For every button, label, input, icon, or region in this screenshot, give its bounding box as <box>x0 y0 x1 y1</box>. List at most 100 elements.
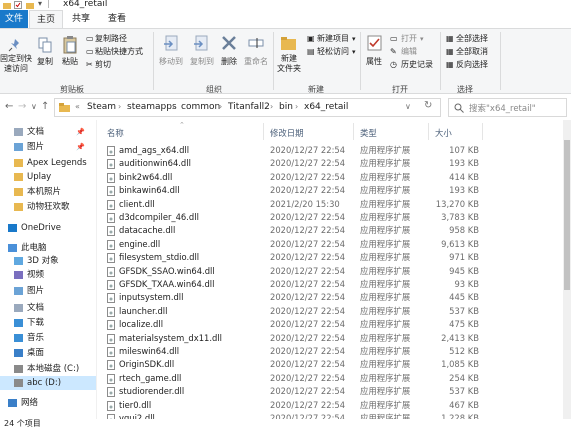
refresh-icon[interactable]: ↻ <box>424 100 432 111</box>
column-name[interactable]: 名称 <box>107 127 124 139</box>
breadcrumb-steam[interactable]: Steam <box>87 102 116 112</box>
column-divider[interactable] <box>353 123 354 140</box>
up-icon[interactable]: ↑ <box>41 101 49 112</box>
new-item-dropdown-icon[interactable]: ▾ <box>352 34 356 44</box>
open-button[interactable]: 打开 <box>401 34 417 44</box>
file-row[interactable]: GFSDK_SSAO.win64.dll 2020/12/27 22:54 应用程序… <box>97 265 571 278</box>
breadcrumb-x64-retail[interactable]: x64_retail <box>304 102 348 112</box>
overflow-chevron-icon[interactable]: « <box>75 102 80 111</box>
new-folder-button[interactable]: 新建 文件夹 <box>274 54 304 74</box>
copy-to-button[interactable]: 复制到 <box>187 57 217 67</box>
copy-path-button[interactable]: 复制路径 <box>95 34 127 44</box>
column-size[interactable]: 大小 <box>435 127 452 139</box>
dll-file-icon <box>107 373 115 384</box>
breadcrumb-separator: › <box>295 102 299 111</box>
nav-item[interactable]: 图片 📌 <box>0 140 96 154</box>
scrollbar-thumb[interactable] <box>564 140 570 290</box>
nav-item[interactable]: 本机照片 <box>0 185 96 199</box>
file-row[interactable]: binkawin64.dll 2020/12/27 22:54 应用程序扩展 193 … <box>97 184 571 197</box>
tab-home[interactable]: 主页 <box>29 10 63 28</box>
nav-item[interactable]: 文档 <box>0 301 96 315</box>
vertical-scrollbar[interactable] <box>563 120 571 419</box>
history-button[interactable]: 历史记录 <box>401 60 433 70</box>
open-dropdown-icon[interactable]: ▾ <box>420 34 424 44</box>
file-row[interactable]: datacache.dll 2020/12/27 22:54 应用程序扩展 958 K… <box>97 224 571 237</box>
group-divider <box>360 32 361 90</box>
select-all-button[interactable]: 全部选择 <box>456 34 488 44</box>
column-date[interactable]: 修改日期 <box>270 127 304 139</box>
file-row[interactable]: localize.dll 2020/12/27 22:54 应用程序扩展 475 KB <box>97 318 571 331</box>
file-row[interactable]: engine.dll 2020/12/27 22:54 应用程序扩展 9,613 KB <box>97 238 571 251</box>
nav-item[interactable]: 网络 <box>0 396 96 410</box>
easy-access-dropdown-icon[interactable]: ▾ <box>352 47 356 57</box>
nav-item[interactable]: 此电脑 <box>0 241 96 255</box>
easy-access-button[interactable]: 轻松访问 <box>317 47 349 57</box>
nav-item[interactable]: Apex Legends <box>0 156 96 170</box>
file-row[interactable]: amd_ags_x64.dll 2020/12/27 22:54 应用程序扩展 107… <box>97 144 571 157</box>
file-row[interactable]: launcher.dll 2020/12/27 22:54 应用程序扩展 537 KB <box>97 305 571 318</box>
rename-button[interactable]: 重命名 <box>241 57 271 67</box>
quick-access-dropdown-icon[interactable]: ▾ <box>38 0 46 8</box>
nav-item[interactable]: 下载 <box>0 316 96 330</box>
breadcrumb-common[interactable]: common <box>181 102 220 112</box>
back-icon[interactable]: ← <box>5 101 13 112</box>
file-row[interactable]: materialsystem_dx11.dll 2020/12/27 22:54 应… <box>97 332 571 345</box>
breadcrumb-steamapps[interactable]: steamapps <box>127 102 177 112</box>
file-row[interactable]: client.dll 2021/2/20 15:30 应用程序扩展 13,270 KB <box>97 198 571 211</box>
nav-item[interactable]: Uplay <box>0 170 96 184</box>
new-folder-quick-icon[interactable] <box>26 1 34 9</box>
move-to-button[interactable]: 移动到 <box>156 57 186 67</box>
nav-item[interactable]: 图片 <box>0 284 96 298</box>
paste-shortcut-button[interactable]: 粘贴快捷方式 <box>95 47 143 57</box>
forward-icon[interactable]: → <box>18 101 26 112</box>
cut-button[interactable]: 剪切 <box>95 60 111 70</box>
properties-button[interactable]: 属性 <box>362 57 386 67</box>
file-row[interactable]: filesystem_stdio.dll 2020/12/27 22:54 应用程序… <box>97 251 571 264</box>
pin-icon[interactable]: 📌 <box>76 125 85 139</box>
nav-item[interactable]: 3D 对象 <box>0 254 96 268</box>
address-dropdown-icon[interactable]: ∨ <box>405 102 411 111</box>
nav-item[interactable]: 音乐 <box>0 331 96 345</box>
pin-to-quick-access-button[interactable]: 固定到快 速访问 <box>0 54 32 74</box>
file-row[interactable]: GFSDK_TXAA.win64.dll 2020/12/27 22:54 应用程序… <box>97 278 571 291</box>
tab-file[interactable]: 文件 <box>0 10 28 28</box>
file-row[interactable]: inputsystem.dll 2020/12/27 22:54 应用程序扩展 445… <box>97 291 571 304</box>
paste-button[interactable]: 粘贴 <box>58 57 82 67</box>
nav-item[interactable]: OneDrive <box>0 221 96 235</box>
column-divider[interactable] <box>428 123 429 140</box>
search-box[interactable]: 搜索"x64_retail" <box>448 98 567 117</box>
pin-icon[interactable]: 📌 <box>76 140 85 154</box>
select-none-button[interactable]: 全部取消 <box>456 47 488 57</box>
file-row[interactable]: auditionwin64.dll 2020/12/27 22:54 应用程序扩展 1… <box>97 157 571 170</box>
column-type[interactable]: 类型 <box>360 127 377 139</box>
breadcrumb-titanfall2[interactable]: Titanfall2 <box>228 102 270 112</box>
properties-check-icon[interactable] <box>14 1 22 9</box>
breadcrumb-bin[interactable]: bin <box>279 102 293 112</box>
nav-item[interactable]: abc (D:) <box>0 376 96 390</box>
file-row[interactable]: d3dcompiler_46.dll 2020/12/27 22:54 应用程序扩展… <box>97 211 571 224</box>
file-row[interactable]: rtech_game.dll 2020/12/27 22:54 应用程序扩展 254 … <box>97 372 571 385</box>
nav-item-label: 图片 <box>27 142 45 152</box>
delete-button[interactable]: 删除 <box>218 57 240 67</box>
nav-item[interactable]: 桌面 <box>0 346 96 360</box>
address-bar[interactable]: « Steam › steamapps › common › Titanfall… <box>54 98 441 117</box>
file-row[interactable]: bink2w64.dll 2020/12/27 22:54 应用程序扩展 414 KB <box>97 171 571 184</box>
recent-dropdown-icon[interactable]: ∨ <box>31 102 37 111</box>
file-row[interactable]: OriginSDK.dll 2020/12/27 22:54 应用程序扩展 1,085… <box>97 358 571 371</box>
new-item-button[interactable]: 新建项目 <box>317 34 349 44</box>
dll-file-icon <box>107 347 115 357</box>
column-divider[interactable] <box>263 123 264 140</box>
tab-share[interactable]: 共享 <box>64 10 98 28</box>
copy-button[interactable]: 复制 <box>33 57 57 67</box>
file-row[interactable]: mileswin64.dll 2020/12/27 22:54 应用程序扩展 512 … <box>97 345 571 358</box>
file-row[interactable]: tier0.dll 2020/12/27 22:54 应用程序扩展 467 KB <box>97 399 571 412</box>
file-row[interactable]: studiorender.dll 2020/12/27 22:54 应用程序扩展 53… <box>97 385 571 398</box>
nav-item[interactable]: 视频 <box>0 268 96 282</box>
invert-selection-button[interactable]: 反向选择 <box>456 60 488 70</box>
nav-item[interactable]: 文档 📌 <box>0 125 96 139</box>
nav-item[interactable]: 本地磁盘 (C:) <box>0 362 96 376</box>
column-divider[interactable] <box>482 123 483 140</box>
nav-item[interactable]: 动物狂欢歌 <box>0 200 96 214</box>
edit-button[interactable]: 编辑 <box>401 47 417 57</box>
tab-view[interactable]: 查看 <box>100 10 134 28</box>
